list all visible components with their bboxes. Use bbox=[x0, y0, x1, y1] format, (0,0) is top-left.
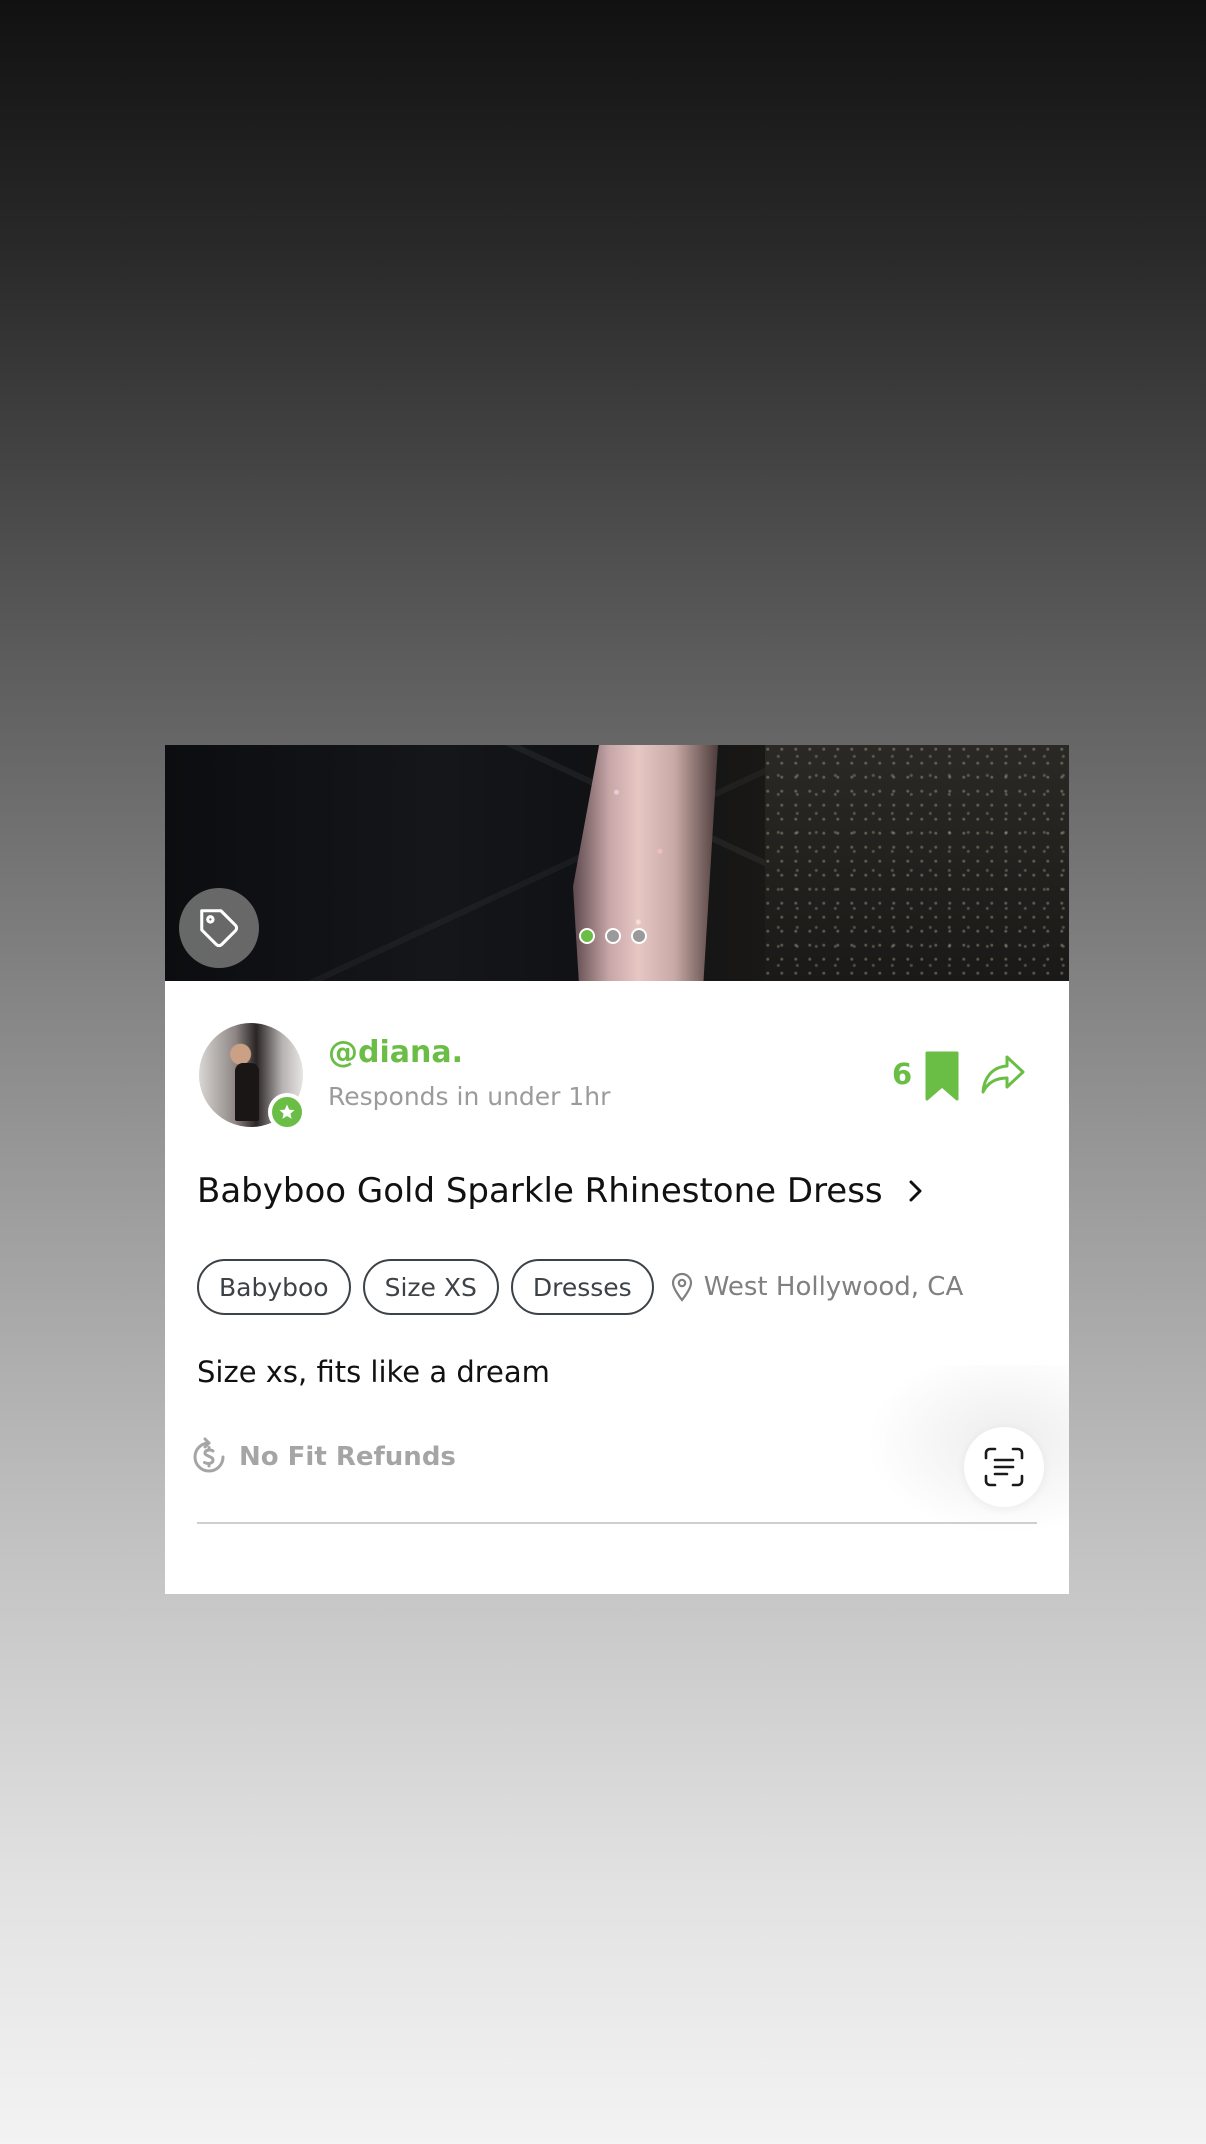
listing-title-row[interactable]: Babyboo Gold Sparkle Rhinestone Dress bbox=[197, 1171, 925, 1211]
verified-badge bbox=[268, 1093, 306, 1131]
location-label: West Hollywood, CA bbox=[703, 1272, 964, 1302]
save-count: 6 bbox=[892, 1057, 913, 1091]
listing-photo[interactable] bbox=[165, 745, 1069, 981]
tag-pill-brand[interactable]: Babyboo bbox=[197, 1259, 351, 1315]
star-badge-icon bbox=[279, 1104, 295, 1119]
tag-pill-category[interactable]: Dresses bbox=[510, 1259, 654, 1315]
listing-location: West Hollywood, CA bbox=[670, 1272, 964, 1302]
tag-button[interactable] bbox=[179, 888, 259, 968]
scan-button[interactable] bbox=[964, 1427, 1044, 1507]
photo-sparkle-surface bbox=[765, 745, 1069, 981]
listing-description: Size xs, fits like a dream bbox=[197, 1355, 550, 1389]
avatar-figure bbox=[235, 1063, 259, 1121]
section-divider bbox=[197, 1522, 1037, 1524]
listing-title: Babyboo Gold Sparkle Rhinestone Dress bbox=[197, 1171, 883, 1211]
seller-username[interactable]: @diana. bbox=[328, 1035, 463, 1070]
listing-card: @diana. Responds in under 1hr 6 Babyboo … bbox=[165, 745, 1069, 1594]
photo-dress bbox=[573, 745, 718, 981]
refund-policy-label: No Fit Refunds bbox=[239, 1442, 456, 1472]
pagination-dot-3[interactable] bbox=[631, 928, 647, 944]
tag-pill-size[interactable]: Size XS bbox=[362, 1259, 499, 1315]
location-pin-icon bbox=[671, 1272, 692, 1302]
pagination-dot-2[interactable] bbox=[605, 928, 621, 944]
scan-text-icon bbox=[984, 1447, 1024, 1487]
pagination-dot-1[interactable] bbox=[579, 928, 595, 944]
seller-response-time: Responds in under 1hr bbox=[328, 1082, 611, 1111]
chevron-right-icon bbox=[909, 1180, 922, 1202]
dollar-refund-icon bbox=[193, 1437, 225, 1473]
photo-pagination bbox=[579, 928, 647, 944]
tag-icon bbox=[200, 909, 239, 948]
refund-policy: No Fit Refunds bbox=[189, 1437, 456, 1477]
bookmark-icon[interactable] bbox=[925, 1051, 959, 1101]
share-icon[interactable] bbox=[980, 1053, 1026, 1097]
listing-tags: Babyboo Size XS Dresses West Hollywood, … bbox=[197, 1259, 963, 1315]
